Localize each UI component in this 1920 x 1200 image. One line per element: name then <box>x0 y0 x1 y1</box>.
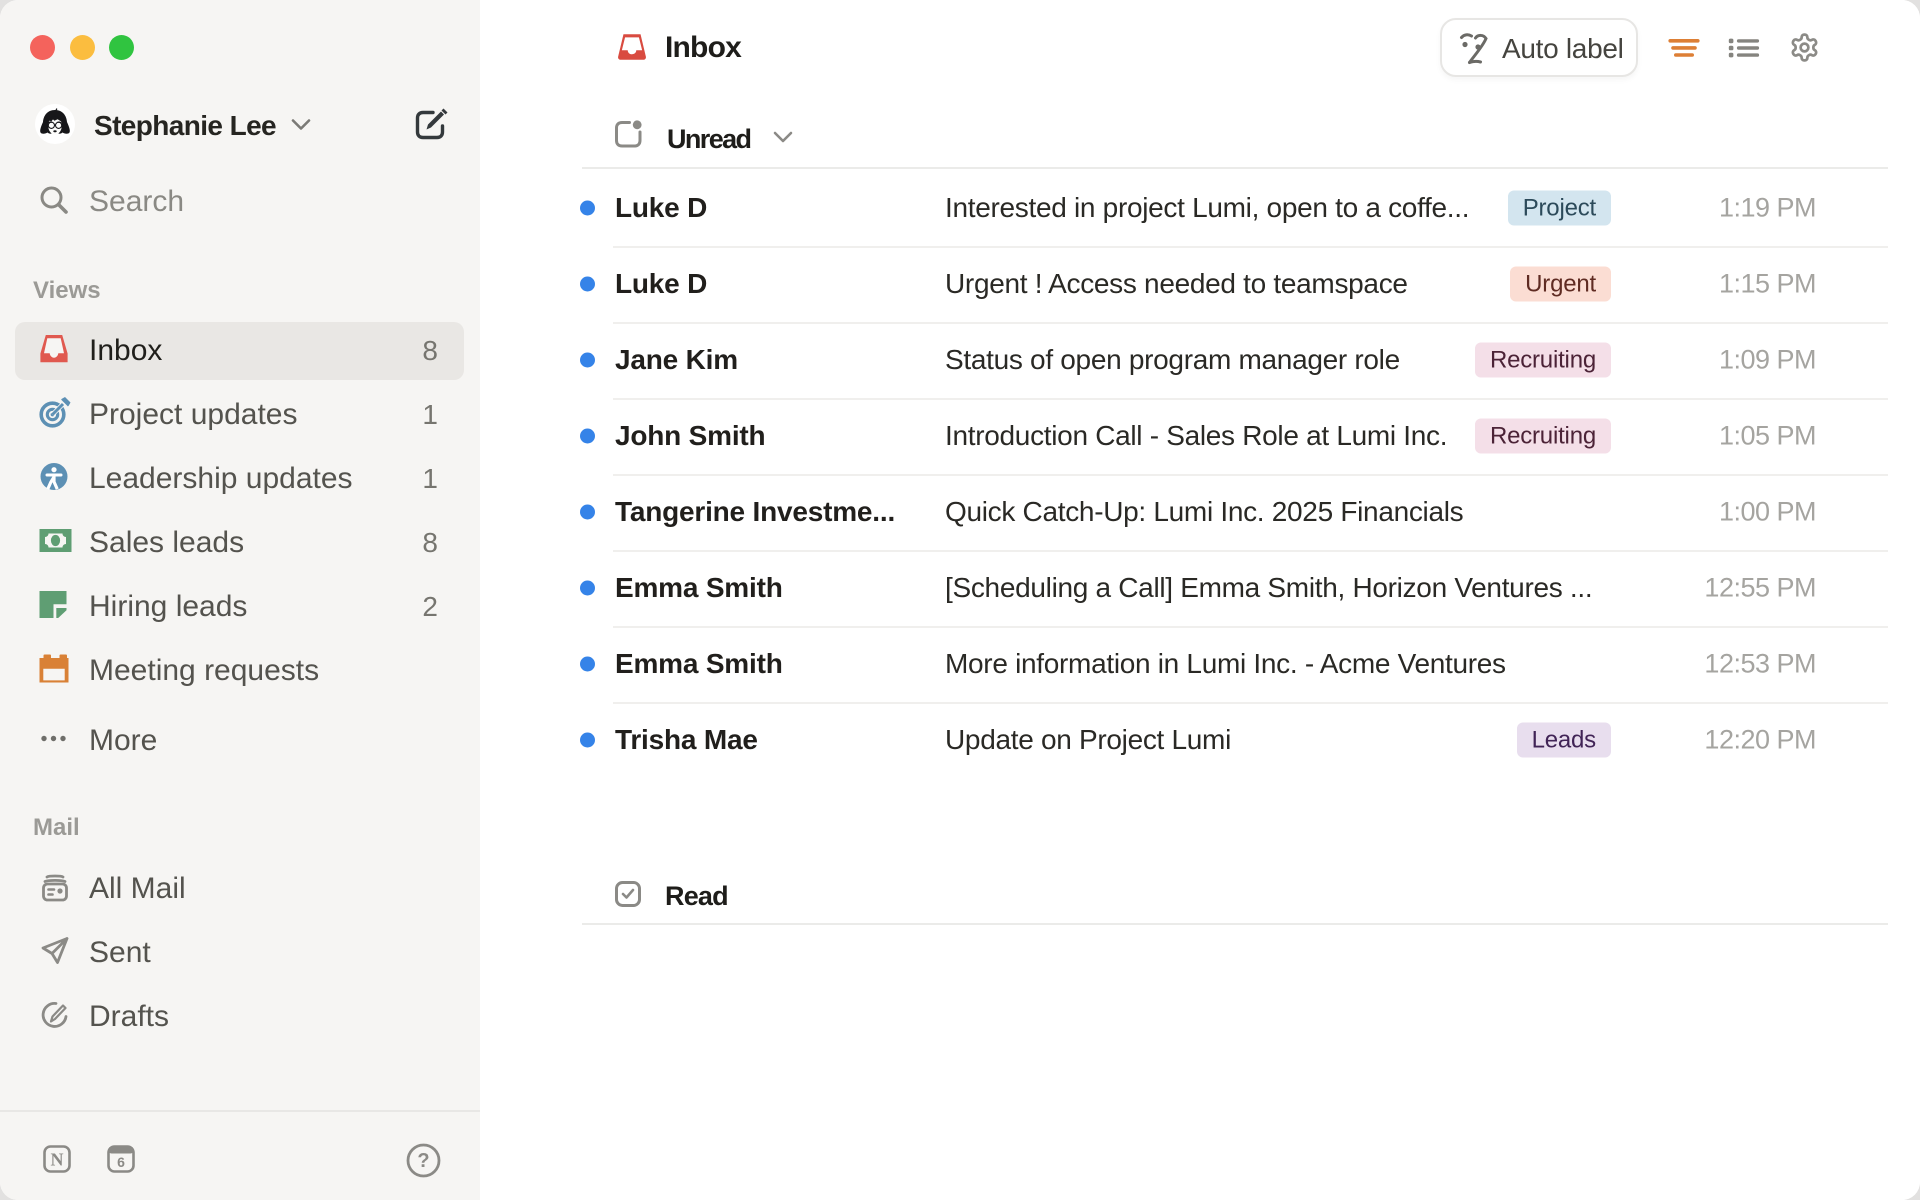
svg-text:6: 6 <box>117 1154 125 1170</box>
svg-text:N: N <box>51 1150 64 1170</box>
svg-text:?: ? <box>417 1150 429 1172</box>
